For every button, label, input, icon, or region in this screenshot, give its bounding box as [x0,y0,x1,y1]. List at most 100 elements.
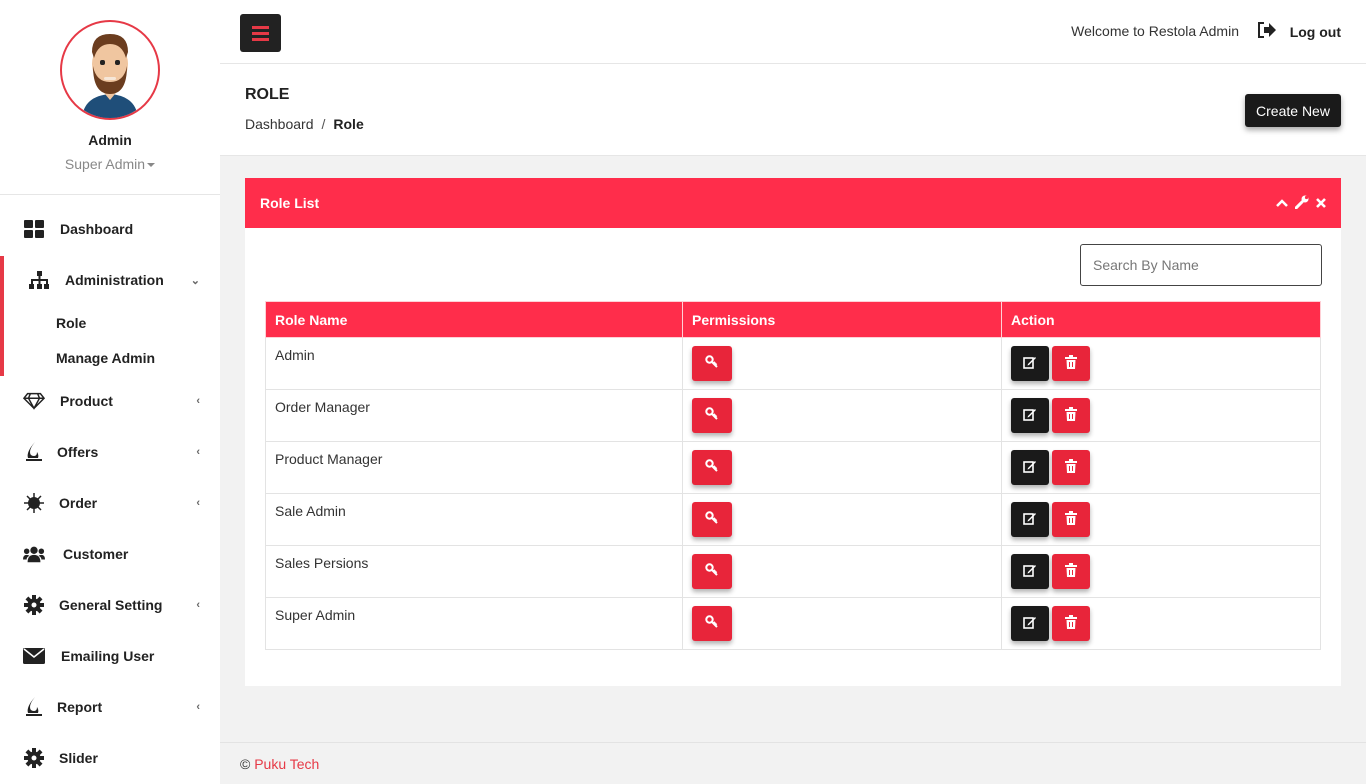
table-header-row: Role Name Permissions Action [265,301,1321,338]
sitemap-icon [28,269,50,291]
permissions-button[interactable] [692,606,732,641]
avatar[interactable] [60,20,160,120]
sidebar-item-label: Report [57,699,103,715]
edit-icon [1023,511,1037,528]
sidebar-item-emailing-user[interactable]: Emailing User [0,636,220,676]
create-new-button[interactable]: Create New [1245,94,1341,127]
permissions-cell [682,597,1002,650]
chevron-left-icon: ‹ [196,701,200,713]
edit-button[interactable] [1011,450,1049,485]
chevron-down-icon: ⌄ [190,275,200,287]
sidebar-item-general-setting[interactable]: General Setting ‹ [0,585,220,625]
key-icon [705,355,719,372]
sidebar-item-offers[interactable]: Offers ‹ [0,432,220,472]
action-cell [1001,597,1321,650]
permissions-cell [682,493,1002,546]
delete-button[interactable] [1052,450,1090,485]
sign-out-icon[interactable] [1258,22,1276,43]
action-cell [1001,441,1321,494]
action-cell [1001,493,1321,546]
sidebar-item-label: Dashboard [60,221,134,237]
column-header-action: Action [1001,301,1321,338]
column-header-permissions: Permissions [682,301,1002,338]
panel-title: Role List [260,195,320,211]
edit-icon [1023,459,1037,476]
delete-button[interactable] [1052,606,1090,641]
table-row: Order Manager [265,389,1321,442]
role-name-cell: Sale Admin [265,493,683,546]
delete-button[interactable] [1052,502,1090,537]
sidebar-item-slider[interactable]: Slider [0,738,220,778]
trash-icon [1065,511,1077,528]
key-icon [705,407,719,424]
sidebar-subitem-manage-admin[interactable]: Manage Admin [56,350,155,366]
role-name-cell: Sales Persions [265,545,683,598]
sidebar-item-report[interactable]: Report ‹ [0,687,220,727]
table-row: Admin [265,337,1321,390]
search-input[interactable] [1080,244,1322,286]
breadcrumb-home[interactable]: Dashboard [245,116,314,132]
key-icon [705,511,719,528]
chevron-left-icon: ‹ [196,497,200,509]
action-cell [1001,389,1321,442]
key-icon [705,563,719,580]
copyright-symbol: © [240,756,251,772]
wrench-icon[interactable] [1294,195,1309,212]
diamond-icon [23,390,45,412]
table-row: Product Manager [265,441,1321,494]
edit-button[interactable] [1011,346,1049,381]
edit-icon [1023,407,1037,424]
permissions-button[interactable] [692,450,732,485]
page-title: ROLE [245,86,290,103]
edit-icon [1023,355,1037,372]
close-icon[interactable] [1315,196,1327,212]
table-row: Sale Admin [265,493,1321,546]
footer: © Puku Tech [220,742,1366,784]
sidebar-item-dashboard[interactable]: Dashboard [0,209,220,249]
key-icon [705,459,719,476]
trash-icon [1065,563,1077,580]
sidebar-item-label: Order [59,495,98,511]
sidebar-item-order[interactable]: Order ‹ [0,483,220,523]
edit-button[interactable] [1011,398,1049,433]
sidebar-item-label: Slider [59,750,98,766]
permissions-button[interactable] [692,398,732,433]
table-row: Sales Persions [265,545,1321,598]
permissions-button[interactable] [692,346,732,381]
chevron-left-icon: ‹ [196,446,200,458]
permissions-button[interactable] [692,502,732,537]
panel-header: Role List [245,178,1341,228]
footer-brand-link[interactable]: Puku Tech [254,756,319,772]
topbar: Welcome to Restola Admin Log out [220,0,1366,64]
chevron-left-icon: ‹ [196,599,200,611]
profile-role-dropdown[interactable]: Super Admin [0,156,220,172]
delete-button[interactable] [1052,398,1090,433]
caret-down-icon [147,163,156,168]
role-list-panel: Role List Role Name Permissions Action A… [245,178,1341,686]
permissions-button[interactable] [692,554,732,589]
edit-button[interactable] [1011,554,1049,589]
edit-button[interactable] [1011,606,1049,641]
delete-button[interactable] [1052,346,1090,381]
profile-name: Admin [88,132,132,148]
edit-icon [1023,563,1037,580]
hamburger-icon [252,25,269,29]
sidebar-item-product[interactable]: Product ‹ [0,381,220,421]
sidebar-item-administration[interactable]: Administration ⌄ [0,260,220,300]
table-row: Super Admin [265,597,1321,650]
trash-icon [1065,407,1077,424]
logout-link[interactable]: Log out [1290,24,1341,40]
sidebar-subitem-role[interactable]: Role [56,315,86,331]
column-header-role-name: Role Name [265,301,683,338]
trash-icon [1065,615,1077,632]
menu-toggle-button[interactable] [240,14,281,52]
edit-button[interactable] [1011,502,1049,537]
role-table: Role Name Permissions Action Admin Order … [265,301,1321,650]
envelope-icon [23,645,45,667]
edit-icon [1023,615,1037,632]
sidebar-item-customer[interactable]: Customer [0,534,220,574]
gear-icon [23,594,45,616]
delete-button[interactable] [1052,554,1090,589]
trash-icon [1065,459,1077,476]
chevron-up-icon[interactable] [1275,196,1289,212]
